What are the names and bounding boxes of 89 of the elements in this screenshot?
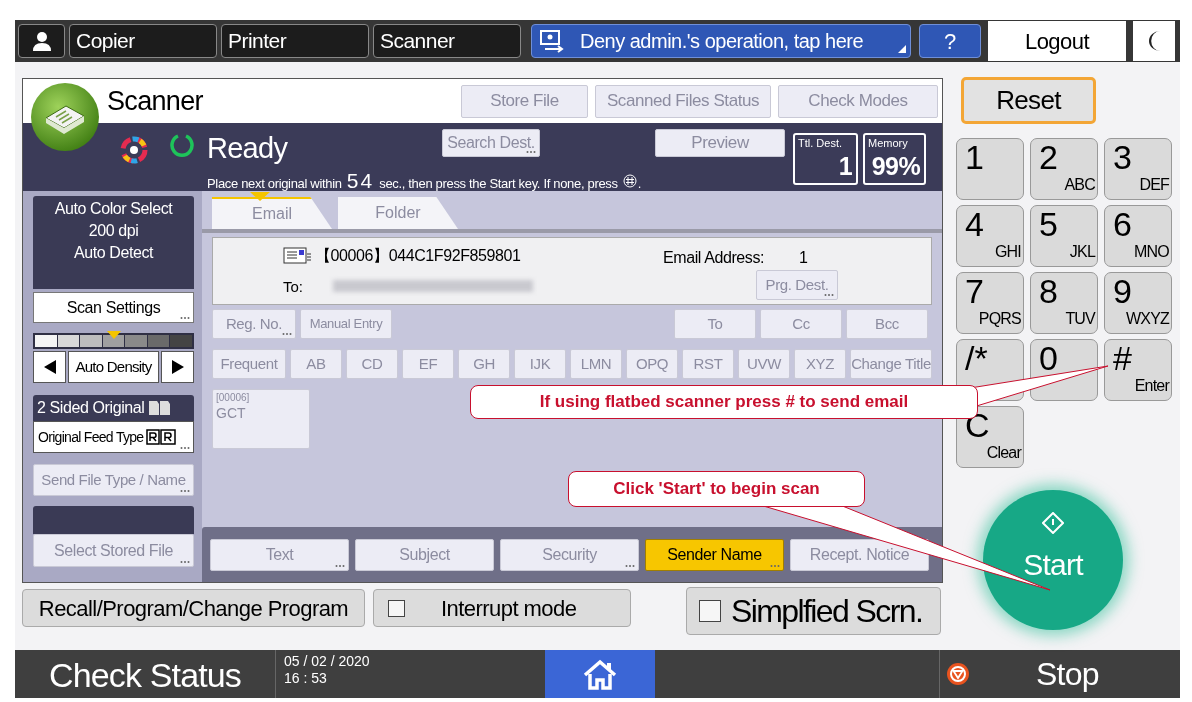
decrease-density-button[interactable] [33, 351, 66, 383]
checkbox[interactable] [699, 600, 721, 622]
notice-button[interactable]: Deny admin.'s operation, tap here [531, 24, 911, 58]
date-text: 05 / 02 / 2020 [284, 653, 371, 670]
status-message: . [637, 175, 641, 193]
box-value: 1 [838, 150, 852, 182]
settings-line: Auto Detect [73, 243, 154, 263]
recall-program-button[interactable]: Recall/Program/Change Program [22, 589, 365, 627]
email-count: 1 [799, 248, 808, 268]
user-icon [30, 30, 53, 52]
density-step [147, 335, 170, 347]
start-diamond-icon [1042, 512, 1064, 534]
destination-entry: 【00006】044C1F92F859801 [315, 246, 521, 266]
stop-icon [946, 662, 970, 686]
density-step [35, 335, 57, 347]
more-dots-icon [526, 150, 536, 154]
logout-button[interactable]: Logout [988, 21, 1126, 61]
email-count-label: Email Address: [663, 248, 765, 268]
start-button[interactable]: Start [983, 490, 1123, 630]
more-dots-icon [180, 489, 190, 493]
reset-button[interactable]: Reset [961, 77, 1096, 124]
box-value: 99% [871, 150, 920, 182]
keypad-key[interactable]: 5 JKL [1030, 205, 1098, 267]
app-title: Scanner [107, 84, 203, 118]
density-step [170, 335, 193, 347]
more-dots-icon [824, 293, 834, 297]
user-button[interactable] [18, 24, 65, 58]
simplified-screen-button[interactable]: Simplfied Scrn. [686, 587, 941, 635]
time-text: 16 : 53 [284, 670, 328, 687]
status-message: Place next original within [207, 175, 342, 193]
moon-icon [1148, 31, 1160, 51]
app-tab[interactable]: Scanner [373, 24, 521, 58]
keypad-key[interactable]: 2 ABC [1030, 138, 1098, 200]
status-message: sec., then press the Start key. If none, press [379, 175, 618, 193]
feed-type-button[interactable]: Original Feed Type [33, 421, 194, 453]
keypad-key[interactable]: 9 WXYZ [1104, 272, 1172, 334]
interrupt-mode-button[interactable]: Interrupt mode [373, 589, 631, 627]
keypad-key[interactable]: 7 PQRS [956, 272, 1024, 334]
density-step [125, 335, 147, 347]
callout: Click 'Start' to begin scan [568, 471, 865, 507]
screen-arrow-icon [540, 29, 566, 53]
settings-line: 200 dpi [88, 221, 139, 241]
more-dots-icon [282, 332, 292, 336]
density-step [80, 335, 102, 347]
countdown-seconds: 54 [346, 168, 375, 194]
help-button[interactable]: ? [919, 24, 981, 58]
feed-type-icon [146, 429, 177, 445]
more-dots-icon [180, 446, 190, 450]
duplex-page-icon [148, 400, 172, 416]
corner-mark-icon [898, 45, 906, 53]
more-dots-icon [180, 560, 190, 564]
ready-ring-icon [170, 133, 194, 157]
keypad-key[interactable]: 1 [956, 138, 1024, 200]
destination-tab[interactable]: Folder [338, 197, 458, 229]
to-label: To: [283, 277, 303, 297]
stop-button[interactable]: Stop [940, 650, 1180, 698]
field-button[interactable]: Sender Name [645, 538, 784, 571]
right-arrow-icon [171, 360, 184, 374]
keypad-key[interactable]: 6 MNO [1104, 205, 1172, 267]
keypad-key[interactable]: # Enter [1104, 339, 1172, 401]
sleep-button[interactable] [1133, 21, 1175, 61]
density-step [57, 335, 80, 347]
destination-tab[interactable]: Email [212, 197, 332, 229]
auto-density-button[interactable]: Auto Density [68, 351, 159, 383]
box-label: Ttl. Dest. [798, 136, 842, 151]
status-text: Ready [207, 131, 288, 166]
density-step [102, 335, 125, 347]
more-dots-icon [625, 563, 635, 568]
more-dots-icon [180, 316, 190, 320]
checkbox[interactable] [388, 599, 405, 617]
more-dots-icon [335, 563, 345, 568]
home-button[interactable] [545, 650, 655, 698]
app-tab[interactable]: Printer [221, 24, 369, 58]
home-icon [583, 658, 617, 690]
email-card-icon [283, 246, 312, 265]
check-status-button[interactable]: Check Status [15, 650, 276, 698]
hash-key-icon [622, 173, 637, 188]
settings-line: Auto Color Select [54, 199, 173, 219]
keypad-key[interactable]: 8 TUV [1030, 272, 1098, 334]
two-sided-label: 2 Sided Original [37, 398, 145, 418]
keypad-key[interactable]: 3 DEF [1104, 138, 1172, 200]
keypad-key[interactable]: 4 GHI [956, 205, 1024, 267]
more-dots-icon [770, 563, 780, 568]
box-label: Memory [868, 136, 908, 151]
color-wheel-icon [119, 135, 149, 165]
app-tab[interactable]: Copier [69, 24, 217, 58]
left-arrow-icon [43, 360, 56, 374]
scan-settings-button[interactable]: Scan Settings [33, 292, 194, 323]
increase-density-button[interactable] [161, 351, 194, 383]
